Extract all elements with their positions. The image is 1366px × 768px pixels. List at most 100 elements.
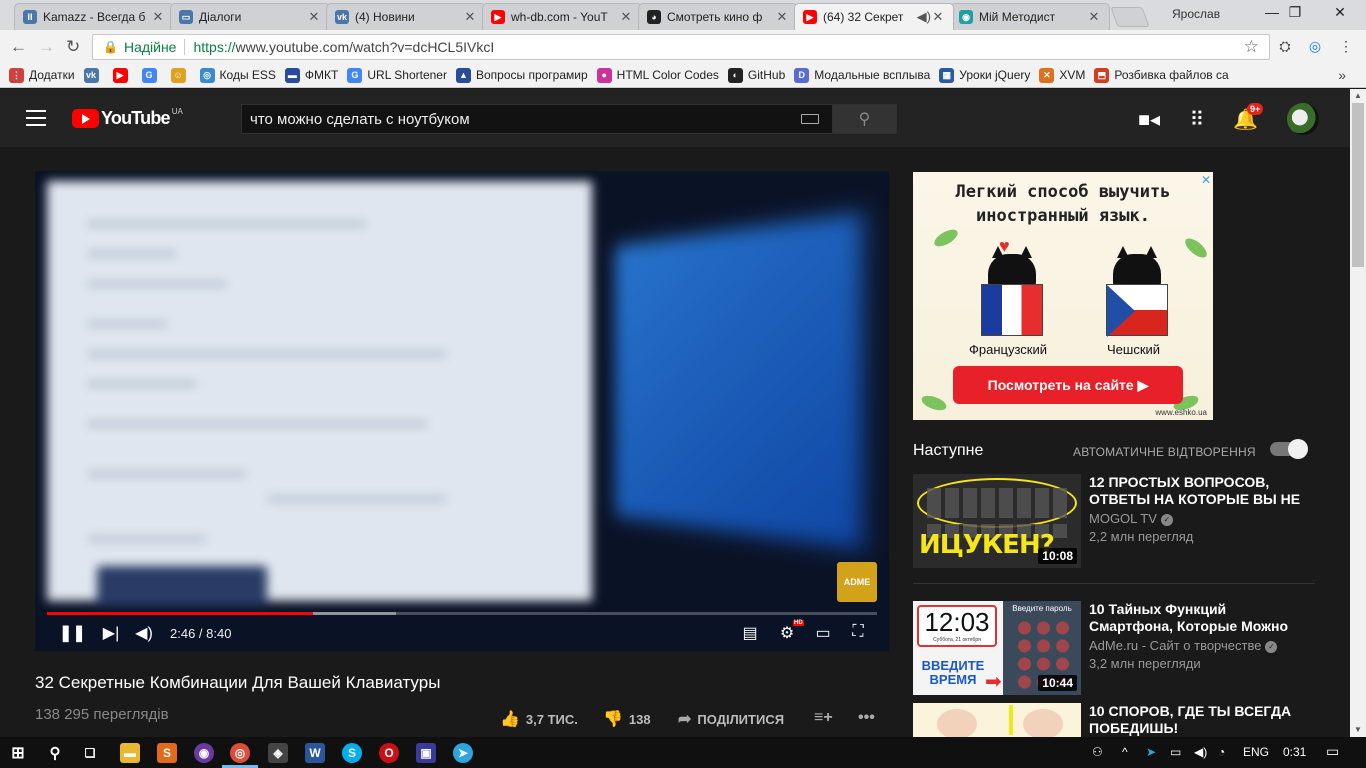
autoplay-toggle[interactable] [1270, 439, 1308, 459]
browser-tab[interactable]: ◕ Смотреть кино ф ✕ [638, 3, 798, 30]
volume-tray-icon[interactable]: ◀) [1194, 745, 1207, 759]
ad-banner[interactable]: ✕ Легкий способ выучить иностранный язык… [913, 172, 1213, 420]
bookmarks-more-icon[interactable]: » [1338, 67, 1346, 83]
video-player[interactable]: ADME ❚❚ ▶| ◀) 2:46 / 8:40 ▤ ⚙ HD ▭ ⛶ [35, 171, 889, 651]
bookmark-item[interactable]: G URL Shortener [347, 67, 447, 83]
tab-close-icon[interactable]: ✕ [619, 9, 633, 25]
file-explorer-icon[interactable]: ▬ [120, 743, 140, 763]
share-button[interactable]: ➦ ПОДІЛИТИСЯ [678, 709, 784, 729]
browser-tab[interactable]: ▶ wh-db.com - YouT ✕ [482, 3, 642, 30]
forward-icon[interactable]: → [38, 37, 55, 57]
telegram-tray-icon[interactable]: ➤ [1146, 745, 1156, 759]
scroll-thumb[interactable] [1352, 103, 1364, 267]
people-icon[interactable]: ⚇ [1092, 745, 1103, 759]
bookmark-item[interactable]: ⋮ Додатки [9, 67, 75, 83]
action-center-icon[interactable]: ▭ [1326, 743, 1339, 760]
scroll-down-icon[interactable]: ▼ [1350, 725, 1366, 734]
bookmark-item[interactable]: ◎ Коды ESS [199, 67, 276, 83]
tab-close-icon[interactable]: ✕ [307, 9, 321, 25]
bookmark-item[interactable]: G [141, 67, 162, 83]
bookmark-item[interactable]: ▶ [112, 67, 133, 83]
recommendation-title[interactable]: 10 СПОРОВ, ГДЕ ТЫ ВСЕГДА ПОБЕДИШЬ! [1089, 703, 1309, 737]
network-icon[interactable]: ◔ [1218, 745, 1225, 759]
bookmark-item[interactable]: ☺ [170, 67, 191, 83]
bookmark-item[interactable]: ⬒ Розбивка файлов са [1094, 67, 1229, 83]
progress-bar[interactable] [47, 612, 877, 615]
browser-tab-active[interactable]: ▶ (64) 32 Секрет ◀) ✕ [794, 3, 954, 30]
video-thumbnail[interactable]: ИЦУКЕН? 10:08 [913, 474, 1081, 568]
app-icon[interactable]: ◈ [268, 743, 288, 763]
add-to-playlist-button[interactable]: ≡+ [814, 709, 839, 727]
pause-icon[interactable]: ❚❚ [59, 623, 86, 643]
search-input[interactable] [241, 104, 833, 134]
battery-icon[interactable]: ▭ [1170, 745, 1181, 759]
opera-icon[interactable]: O [379, 743, 399, 763]
volume-icon[interactable]: ◀) [133, 623, 155, 643]
search-icon[interactable]: ⚲ [45, 743, 65, 763]
channel-watermark[interactable]: ADME [837, 562, 877, 602]
recommendation-title[interactable]: 12 ПРОСТЫХ ВОПРОСОВ, ОТВЕТЫ НА КОТОРЫЕ В… [1089, 474, 1309, 508]
windows-start-icon[interactable]: ⊞ [8, 743, 28, 763]
skype-icon[interactable]: S [342, 743, 362, 763]
recommendation-item[interactable]: 10 СПОРОВ, ГДЕ ТЫ ВСЕГДА ПОБЕДИШЬ! [913, 703, 1313, 737]
video-thumbnail[interactable]: 12:03 Суббота, 21 октября Введите пароль… [913, 601, 1081, 695]
tab-close-icon[interactable]: ✕ [775, 9, 789, 25]
keyboard-language[interactable]: ENG [1243, 745, 1269, 759]
bookmark-item[interactable]: vk [83, 67, 104, 83]
bookmark-item[interactable]: D Модальные всплыва [794, 67, 930, 83]
youtube-logo[interactable]: YouTube UA [72, 107, 183, 129]
sublime-icon[interactable]: S [157, 743, 177, 763]
tab-close-icon[interactable]: ✕ [931, 9, 945, 25]
video-thumbnail[interactable] [913, 703, 1081, 737]
recommendation-item[interactable]: 12:03 Суббота, 21 октября Введите пароль… [913, 601, 1313, 696]
close-window-icon[interactable]: ✕ [1320, 4, 1360, 21]
recommendation-title[interactable]: 10 Тайных Функций Смартфона, Которые Мож… [1089, 601, 1309, 635]
bookmark-item[interactable]: ▲ Вопросы програмир [455, 67, 588, 83]
bookmark-item[interactable]: ▬ ФМКТ [284, 67, 338, 83]
bookmark-item[interactable]: ◐ GitHub [727, 67, 785, 83]
keyboard-icon[interactable] [801, 114, 819, 124]
scroll-up-icon[interactable]: ▲ [1350, 91, 1366, 100]
word-icon[interactable]: W [305, 743, 325, 763]
chrome-icon[interactable]: ◎ [230, 743, 250, 763]
dislike-button[interactable]: 👎 138 [603, 709, 651, 729]
next-icon[interactable]: ▶| [100, 623, 122, 643]
subtitles-icon[interactable]: ▤ [739, 623, 761, 643]
avatar[interactable] [1287, 103, 1319, 135]
ad-cta-button[interactable]: Посмотреть на сайте ▶ [953, 366, 1183, 404]
bookmark-item[interactable]: ● HTML Color Codes [596, 67, 719, 83]
apps-grid-icon[interactable]: ⠿ [1185, 107, 1209, 132]
bookmark-item[interactable]: ▦ Уроки jQuery [939, 67, 1030, 83]
menu-kebab-icon[interactable]: ⋮ [1337, 38, 1355, 56]
show-hidden-icons-icon[interactable]: ^ [1122, 745, 1128, 759]
profile-name[interactable]: Ярослав [1172, 7, 1220, 21]
extension-icon[interactable]: ⛭ [1276, 38, 1294, 56]
browser-tab[interactable]: II Kamazz - Всегда б ✕ [14, 3, 174, 30]
taskbar-clock[interactable]: 0:31 [1283, 745, 1306, 759]
tab-close-icon[interactable]: ✕ [463, 9, 477, 25]
bookmark-star-icon[interactable]: ☆ [1244, 37, 1259, 57]
page-scrollbar[interactable]: ▲ ▼ [1350, 89, 1366, 737]
back-icon[interactable]: ← [10, 37, 27, 57]
app-icon[interactable]: ◉ [194, 743, 214, 763]
theater-mode-icon[interactable]: ▭ [812, 623, 834, 643]
telegram-icon[interactable]: ➤ [453, 743, 473, 763]
tab-close-icon[interactable]: ✕ [1087, 9, 1101, 25]
recommendation-item[interactable]: ИЦУКЕН? 10:08 12 ПРОСТЫХ ВОПРОСОВ, ОТВЕТ… [913, 474, 1313, 569]
browser-tab[interactable]: ◉ Мій Методист ✕ [950, 3, 1110, 30]
tab-close-icon[interactable]: ✕ [151, 9, 165, 25]
new-tab-button[interactable] [1110, 7, 1150, 27]
task-view-icon[interactable]: ❏ [80, 743, 100, 763]
like-button[interactable]: 👍 3,7 ТИС. [500, 709, 578, 729]
settings-gear-icon[interactable]: ⚙ [776, 623, 798, 643]
maximize-icon[interactable]: ❐ [1275, 4, 1315, 21]
search-button[interactable]: ⚲ [833, 104, 897, 134]
extension-icon[interactable]: ◎ [1306, 38, 1324, 56]
app-icon[interactable]: ▣ [416, 743, 436, 763]
address-bar[interactable]: 🔒 Надійне https:// www.youtube.com /watc… [92, 34, 1270, 60]
browser-tab[interactable]: vk (4) Новини ✕ [326, 3, 486, 30]
browser-tab[interactable]: ▭ Діалоги ✕ [170, 3, 330, 30]
upload-video-icon[interactable]: ■◂ [1137, 107, 1161, 132]
reload-icon[interactable]: ↻ [66, 37, 80, 57]
more-actions-button[interactable]: ••• [858, 709, 881, 727]
